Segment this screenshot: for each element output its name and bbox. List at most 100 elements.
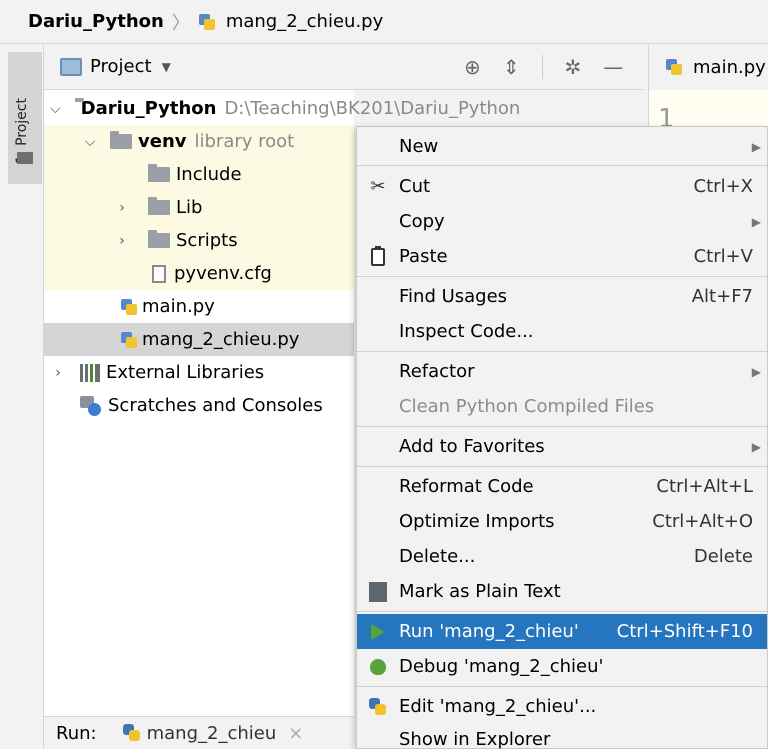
menu-shortcut: Ctrl+Alt+L — [656, 476, 753, 497]
plain-text-icon — [367, 581, 389, 603]
scissors-icon: ✂ — [370, 176, 386, 197]
tree-row-pyvenv[interactable]: pyvenv.cfg — [44, 257, 354, 290]
chevron-right-icon[interactable]: › — [114, 200, 130, 216]
project-panel-tools: ⊕ ⇕ ✲ — — [464, 44, 623, 90]
project-panel-header: Project ▼ ⊕ ⇕ ✲ — — [44, 44, 644, 90]
external-label: External Libraries — [106, 362, 265, 383]
tree-row-mang[interactable]: mang_2_chieu.py — [44, 323, 354, 356]
chevron-right-icon[interactable]: › — [50, 365, 66, 381]
menu-item-refactor[interactable]: Refactor ▶ — [357, 354, 767, 389]
pyvenv-label: pyvenv.cfg — [174, 263, 272, 284]
run-tool-bar: Run: mang_2_chieu × — [44, 716, 354, 749]
left-tool-strip: 1: Project — [0, 44, 44, 749]
menu-item-new[interactable]: New ▶ — [357, 129, 767, 164]
menu-item-reformat[interactable]: Reformat Code Ctrl+Alt+L — [357, 469, 767, 504]
context-menu: New ▶ ✂ Cut Ctrl+X Copy ▶ Paste Ctrl+V F… — [356, 126, 768, 749]
menu-item-run[interactable]: Run 'mang_2_chieu' Ctrl+Shift+F10 — [357, 614, 767, 649]
menu-item-add-favorites[interactable]: Add to Favorites ▶ — [357, 429, 767, 464]
editor-tab-main[interactable]: main.py — [648, 44, 768, 90]
project-tree: ⌵ Dariu_Python D:\Teaching\BK201\Dariu_P… — [44, 90, 520, 720]
menu-label: Show in Explorer — [399, 729, 551, 749]
python-file-icon — [120, 331, 138, 349]
collapse-icon[interactable]: ⇕ — [503, 55, 520, 79]
project-tool-tab[interactable]: 1: Project — [8, 52, 42, 184]
menu-label: Mark as Plain Text — [399, 581, 561, 602]
menu-item-copy[interactable]: Copy ▶ — [357, 204, 767, 239]
folder-icon — [17, 152, 33, 164]
submenu-arrow-icon: ▶ — [751, 364, 761, 379]
scripts-label: Scripts — [176, 230, 238, 251]
folder-icon — [148, 230, 170, 248]
venv-name: venv — [138, 131, 187, 152]
config-file-icon — [152, 264, 166, 283]
tree-row-main[interactable]: main.py — [44, 290, 354, 323]
main-label: main.py — [142, 296, 215, 317]
root-path: D:\Teaching\BK201\Dariu_Python — [224, 98, 521, 119]
chevron-right-icon[interactable]: › — [114, 233, 130, 249]
chevron-down-icon[interactable]: ⌵ — [50, 101, 61, 117]
menu-shortcut: Alt+F7 — [691, 286, 753, 307]
clipboard-icon — [367, 245, 389, 268]
toolbar-divider — [541, 55, 543, 79]
menu-item-cut[interactable]: ✂ Cut Ctrl+X — [357, 169, 767, 204]
scratches-label: Scratches and Consoles — [108, 395, 323, 416]
menu-separator — [357, 686, 767, 687]
submenu-arrow-icon: ▶ — [751, 214, 761, 229]
project-view-selector[interactable]: Project ▼ — [60, 56, 171, 77]
menu-item-inspect-code[interactable]: Inspect Code... — [357, 314, 767, 349]
gear-icon[interactable]: ✲ — [565, 55, 582, 79]
menu-label: Reformat Code — [399, 476, 534, 497]
python-config-icon — [367, 696, 389, 718]
menu-label: Run 'mang_2_chieu' — [399, 621, 579, 642]
close-icon[interactable]: × — [288, 723, 303, 744]
bug-icon — [367, 656, 389, 678]
tree-row-venv[interactable]: ⌵ venv library root — [44, 125, 354, 158]
tree-row-scripts[interactable]: › Scripts — [44, 224, 354, 257]
root-name: Dariu_Python — [80, 98, 217, 119]
menu-item-optimize-imports[interactable]: Optimize Imports Ctrl+Alt+O — [357, 504, 767, 539]
menu-label: Refactor — [399, 361, 475, 382]
mang-label: mang_2_chieu.py — [142, 329, 300, 350]
menu-label: Inspect Code... — [399, 321, 534, 342]
menu-label: Find Usages — [399, 286, 508, 307]
tree-row-root[interactable]: ⌵ Dariu_Python D:\Teaching\BK201\Dariu_P… — [44, 92, 520, 125]
menu-item-mark-plain-text[interactable]: Mark as Plain Text — [357, 574, 767, 609]
breadcrumb-chevron-icon: 〉 — [171, 12, 190, 34]
run-tab-label: mang_2_chieu — [146, 722, 277, 744]
tree-row-lib[interactable]: › Lib — [44, 191, 354, 224]
python-file-icon — [198, 13, 216, 31]
menu-item-clean-compiled: Clean Python Compiled Files — [357, 389, 767, 424]
tree-row-include[interactable]: Include — [44, 158, 354, 191]
chevron-down-icon[interactable]: ⌵ — [82, 134, 98, 150]
window-icon — [60, 57, 82, 76]
minimize-icon[interactable]: — — [603, 55, 623, 79]
menu-label: Optimize Imports — [399, 511, 555, 532]
menu-item-debug[interactable]: Debug 'mang_2_chieu' — [357, 649, 767, 684]
menu-label: Cut — [399, 176, 431, 197]
python-run-icon — [122, 724, 141, 742]
breadcrumb-project[interactable]: Dariu_Python — [28, 11, 164, 32]
include-label: Include — [176, 164, 242, 185]
menu-item-find-usages[interactable]: Find Usages Alt+F7 — [357, 279, 767, 314]
run-tab[interactable]: mang_2_chieu × — [122, 722, 303, 744]
menu-item-delete[interactable]: Delete... Delete — [357, 539, 767, 574]
menu-label: Add to Favorites — [399, 436, 545, 457]
editor-tab-label: main.py — [693, 56, 766, 78]
menu-label: Delete... — [399, 546, 476, 567]
tree-row-scratches[interactable]: Scratches and Consoles — [44, 389, 354, 422]
project-panel-title: Project — [90, 56, 152, 77]
tree-row-external[interactable]: › External Libraries — [44, 356, 354, 389]
menu-item-edit-config[interactable]: Edit 'mang_2_chieu'... — [357, 689, 767, 724]
menu-shortcut: Ctrl+Shift+F10 — [616, 621, 753, 642]
menu-label: Clean Python Compiled Files — [399, 396, 655, 417]
breadcrumb-file[interactable]: mang_2_chieu.py — [198, 11, 383, 32]
menu-label: Copy — [399, 211, 445, 232]
menu-item-show-explorer[interactable]: Show in Explorer — [357, 722, 767, 749]
breadcrumb: Dariu_Python 〉 mang_2_chieu.py — [0, 0, 768, 44]
breadcrumb-file-label: mang_2_chieu.py — [225, 11, 384, 32]
crosshair-icon[interactable]: ⊕ — [464, 55, 481, 79]
folder-icon — [110, 131, 132, 149]
python-file-icon — [120, 298, 138, 316]
menu-shortcut: Delete — [693, 546, 753, 567]
menu-item-paste[interactable]: Paste Ctrl+V — [357, 239, 767, 274]
